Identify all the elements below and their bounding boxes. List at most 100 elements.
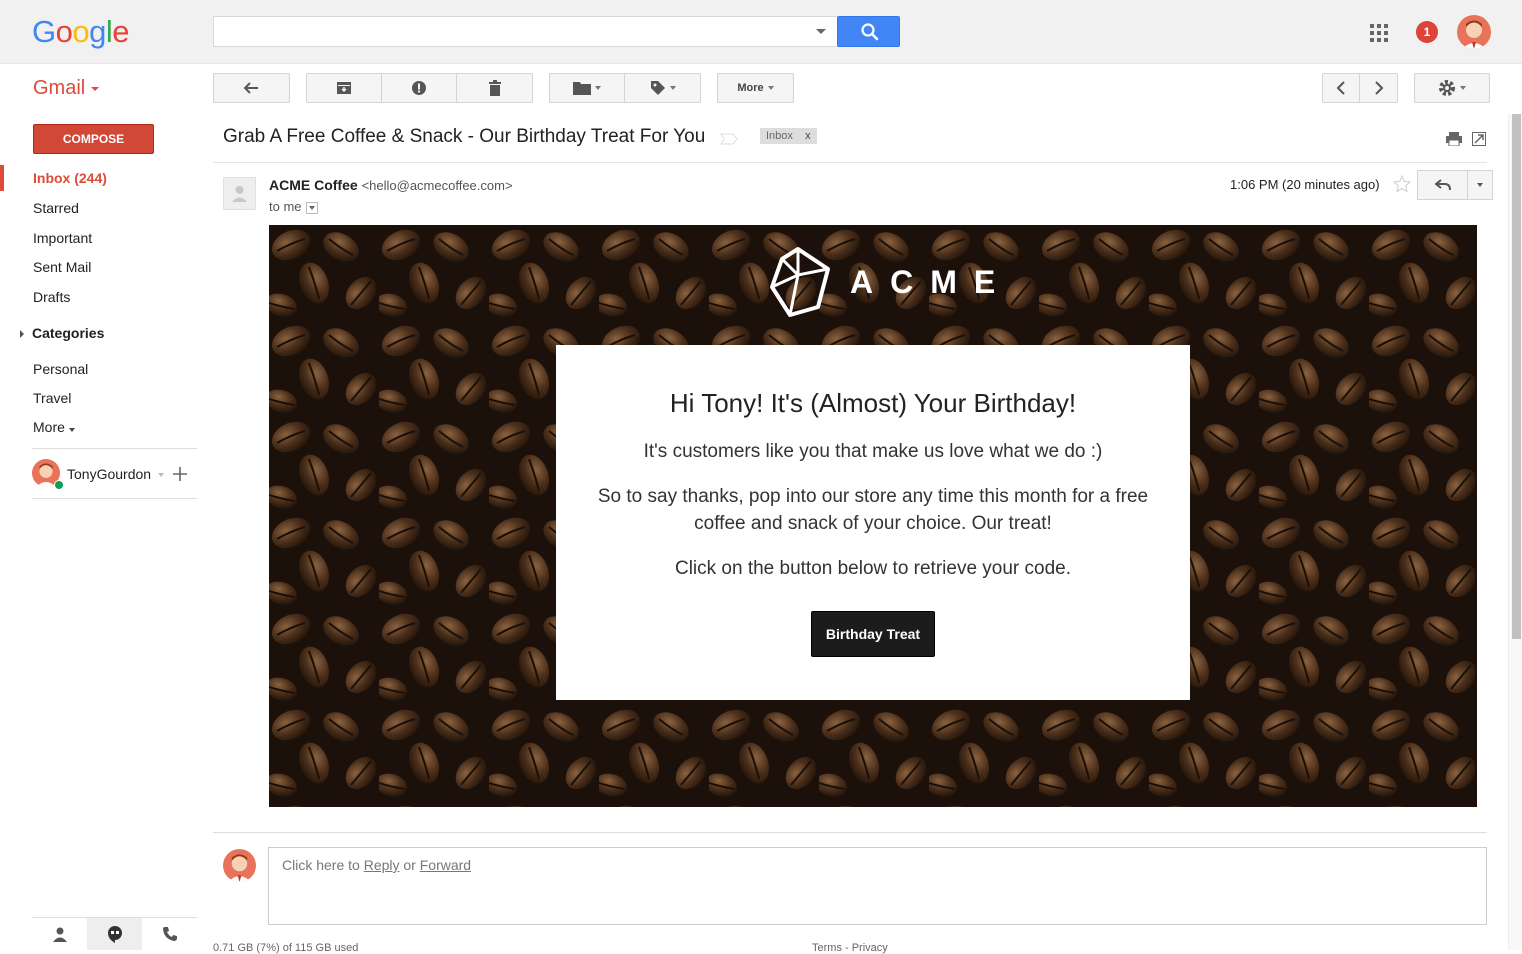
more-label: More	[33, 419, 65, 435]
search-input[interactable]	[213, 16, 838, 47]
delete-button[interactable]	[457, 74, 532, 102]
more-button[interactable]: More	[717, 73, 794, 103]
acme-logo-icon	[768, 245, 832, 319]
back-button[interactable]	[213, 73, 290, 103]
scrollbar-thumb[interactable]	[1512, 114, 1521, 639]
reply-button[interactable]	[1418, 171, 1468, 199]
logo-letter: o	[72, 14, 90, 49]
recipient-text: to me	[269, 199, 302, 214]
sidebar-item-drafts[interactable]: Drafts	[33, 289, 70, 305]
birthday-treat-button[interactable]: Birthday Treat	[811, 611, 935, 657]
forward-link[interactable]: Forward	[420, 857, 471, 873]
categories-label: Categories	[32, 325, 105, 341]
action-button-group	[306, 73, 533, 103]
label-icon	[650, 81, 665, 95]
plus-icon	[173, 467, 187, 481]
older-button[interactable]	[1360, 74, 1397, 102]
reply-link[interactable]: Reply	[364, 857, 400, 873]
trash-icon	[488, 80, 501, 96]
storage-usage: 0.71 GB (7%) of 115 GB used	[213, 942, 359, 954]
person-silhouette-icon	[232, 186, 247, 202]
sidebar-item-travel[interactable]: Travel	[33, 390, 71, 406]
sidebar-item-sent-mail[interactable]: Sent Mail	[33, 259, 91, 275]
acme-brand-text: ACME	[850, 264, 1013, 300]
star-button[interactable]	[1392, 174, 1412, 198]
divider	[213, 162, 1487, 163]
new-window-icon	[1472, 132, 1486, 146]
search-button[interactable]	[837, 16, 900, 47]
spam-icon	[412, 81, 426, 95]
logo-letter: G	[32, 14, 56, 49]
reply-icon	[1434, 179, 1451, 191]
reply-box[interactable]: Click here to Reply or Forward	[268, 847, 1487, 925]
new-window-button[interactable]	[1472, 132, 1486, 151]
move-to-button[interactable]	[550, 74, 625, 102]
gmail-menu[interactable]: Gmail	[33, 77, 100, 100]
compose-button[interactable]: COMPOSE	[33, 124, 154, 154]
archive-button[interactable]	[307, 74, 382, 102]
bottom-tabs	[32, 917, 197, 950]
email-subject: Grab A Free Coffee & Snack - Our Birthda…	[223, 126, 706, 147]
newer-button[interactable]	[1323, 74, 1360, 102]
reply-button-group	[1417, 170, 1493, 200]
divider	[32, 448, 197, 449]
recipient-info[interactable]: to me	[269, 199, 318, 214]
chevron-down-icon	[68, 428, 75, 432]
pagination-group	[1322, 73, 1398, 103]
chevron-down-icon	[669, 86, 676, 90]
sender-info[interactable]: ACME Coffee <hello@acmecoffee.com>	[269, 177, 513, 193]
sidebar-item-important[interactable]: Important	[33, 230, 92, 246]
categories-toggle[interactable]: Categories	[20, 325, 104, 343]
inbox-label-chip: Inbox x	[760, 128, 817, 144]
notifications-badge[interactable]: 1	[1416, 21, 1438, 43]
phone-tab[interactable]	[142, 918, 197, 950]
contacts-tab[interactable]	[32, 918, 87, 950]
email-paragraph: Click on the button below to retrieve yo…	[674, 558, 1072, 579]
add-contact-button[interactable]	[172, 466, 188, 482]
importance-marker-icon	[720, 133, 738, 145]
reply-or: or	[399, 857, 420, 873]
logo-letter: o	[55, 14, 73, 49]
remove-label-button[interactable]: x	[805, 130, 811, 142]
chevron-right-icon	[1374, 81, 1383, 95]
hangouts-icon	[107, 926, 122, 943]
report-spam-button[interactable]	[382, 74, 457, 102]
account-avatar[interactable]	[1457, 15, 1491, 49]
phone-icon	[162, 927, 177, 941]
hangouts-tab[interactable]	[87, 918, 142, 950]
chevron-down-icon	[91, 86, 100, 91]
sidebar-item-inbox[interactable]: Inbox (244)	[33, 170, 107, 186]
chevron-down-icon	[158, 473, 164, 477]
settings-button-inner	[1415, 74, 1489, 102]
hangouts-user[interactable]: TonyGourdon	[32, 459, 164, 489]
important-marker[interactable]	[720, 132, 738, 150]
sidebar-item-personal[interactable]: Personal	[33, 361, 88, 377]
scrollbar[interactable]	[1508, 114, 1522, 950]
more-actions-dropdown[interactable]	[1468, 171, 1492, 199]
more-label: More	[737, 82, 764, 94]
search-options-dropdown[interactable]	[810, 17, 836, 46]
terms-privacy-link[interactable]: Terms - Privacy	[812, 942, 888, 954]
settings-button[interactable]	[1414, 73, 1490, 103]
apps-grid-icon[interactable]	[1370, 24, 1388, 42]
logo-letter: e	[112, 14, 130, 49]
email-message-card: Hi Tony! It's (Almost) Your Birthday! It…	[556, 345, 1190, 700]
more-button-inner: More	[718, 74, 793, 102]
archive-icon	[337, 82, 351, 94]
details-dropdown-icon[interactable]	[305, 201, 318, 214]
google-logo[interactable]: Google	[32, 14, 130, 50]
active-indicator	[0, 165, 4, 191]
print-button[interactable]	[1446, 132, 1462, 151]
user-name: TonyGourdon	[67, 466, 152, 482]
app-name: Gmail	[33, 77, 86, 99]
back-arrow-icon	[243, 82, 258, 94]
chevron-down-icon	[1460, 86, 1466, 90]
sidebar-item-more[interactable]: More	[33, 419, 75, 435]
chevron-left-icon	[1336, 81, 1345, 95]
move-label-group	[549, 73, 701, 103]
sidebar-item-starred[interactable]: Starred	[33, 200, 79, 216]
divider	[32, 498, 197, 499]
labels-button[interactable]	[625, 74, 700, 102]
email-paragraph: It's customers like you that make us lov…	[643, 441, 1103, 462]
folder-icon	[573, 82, 591, 95]
